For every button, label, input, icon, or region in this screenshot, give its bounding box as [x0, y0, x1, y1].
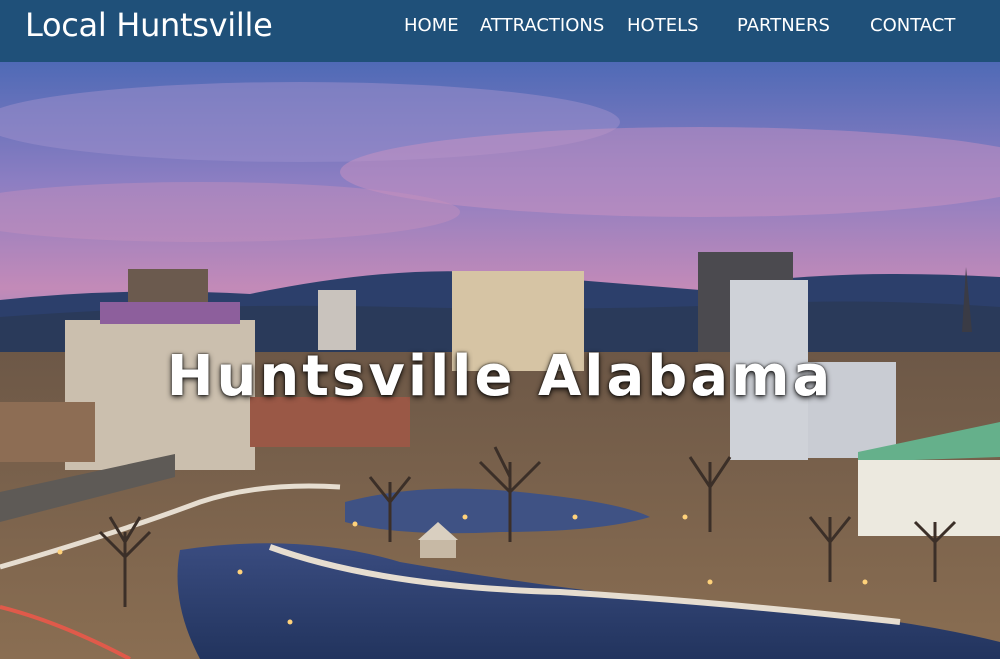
site-logo-link[interactable]: Local Huntsville	[25, 6, 273, 44]
top-navbar: Local Huntsville HOME ATTRACTIONS HOTELS…	[0, 0, 1000, 62]
nav-attractions[interactable]: ATTRACTIONS	[480, 15, 604, 36]
nav-home[interactable]: HOME	[404, 15, 459, 36]
nav-contact[interactable]: CONTACT	[870, 15, 955, 36]
nav-partners[interactable]: PARTNERS	[737, 15, 830, 36]
hero-title: Huntsville Alabama	[166, 344, 834, 409]
nav-hotels[interactable]: HOTELS	[627, 15, 699, 36]
hero-banner: Huntsville Alabama	[0, 62, 1000, 659]
